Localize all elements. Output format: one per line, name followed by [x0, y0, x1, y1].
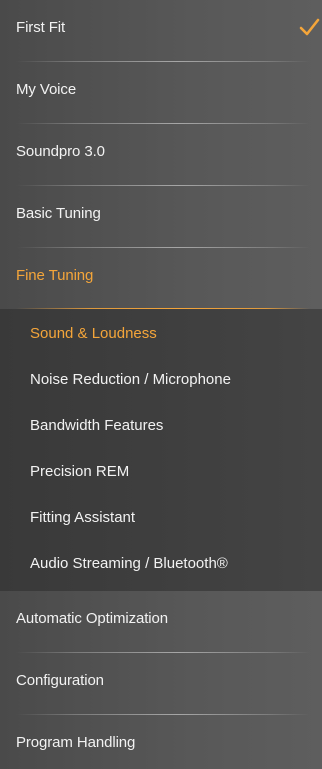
- menu-item-soundpro[interactable]: Soundpro 3.0: [0, 124, 322, 186]
- submenu-item-label: Sound & Loudness: [30, 325, 157, 342]
- menu-item-label: Basic Tuning: [16, 205, 101, 222]
- submenu-item-fitting-assistant[interactable]: Fitting Assistant: [0, 497, 322, 541]
- fitting-navigation-menu: First Fit My Voice Soundpro 3.0 Basic Tu…: [0, 0, 322, 769]
- submenu-item-label: Fitting Assistant: [30, 509, 136, 526]
- menu-item-configuration[interactable]: Configuration: [0, 653, 322, 715]
- submenu-item-label: Audio Streaming / Bluetooth®: [30, 555, 228, 572]
- menu-item-label: First Fit: [16, 19, 66, 36]
- menu-item-label: My Voice: [16, 81, 77, 98]
- menu-item-label: Soundpro 3.0: [16, 143, 105, 160]
- menu-item-label: Fine Tuning: [16, 267, 94, 284]
- submenu-item-sound-loudness[interactable]: Sound & Loudness: [0, 313, 322, 357]
- submenu-item-label: Noise Reduction / Microphone: [30, 371, 231, 388]
- menu-item-my-voice[interactable]: My Voice: [0, 62, 322, 124]
- menu-item-basic-tuning[interactable]: Basic Tuning: [0, 186, 322, 248]
- menu-item-label: Program Handling: [16, 734, 136, 751]
- fine-tuning-submenu: Sound & Loudness Noise Reduction / Micro…: [0, 309, 322, 591]
- menu-item-fine-tuning[interactable]: Fine Tuning: [0, 248, 322, 310]
- submenu-item-label: Precision REM: [30, 463, 130, 480]
- menu-item-label: Automatic Optimization: [16, 610, 169, 627]
- menu-item-first-fit[interactable]: First Fit: [0, 0, 322, 62]
- menu-item-automatic-optimization[interactable]: Automatic Optimization: [0, 591, 322, 653]
- menu-item-label: Configuration: [16, 672, 104, 689]
- submenu-item-audio-streaming[interactable]: Audio Streaming / Bluetooth®: [0, 543, 322, 587]
- submenu-item-label: Bandwidth Features: [30, 417, 164, 434]
- submenu-item-precision-rem[interactable]: Precision REM: [0, 451, 322, 495]
- submenu-item-noise-reduction[interactable]: Noise Reduction / Microphone: [0, 359, 322, 403]
- submenu-item-bandwidth-features[interactable]: Bandwidth Features: [0, 405, 322, 449]
- checkmark-icon: [299, 18, 320, 36]
- menu-item-program-handling[interactable]: Program Handling: [0, 715, 322, 769]
